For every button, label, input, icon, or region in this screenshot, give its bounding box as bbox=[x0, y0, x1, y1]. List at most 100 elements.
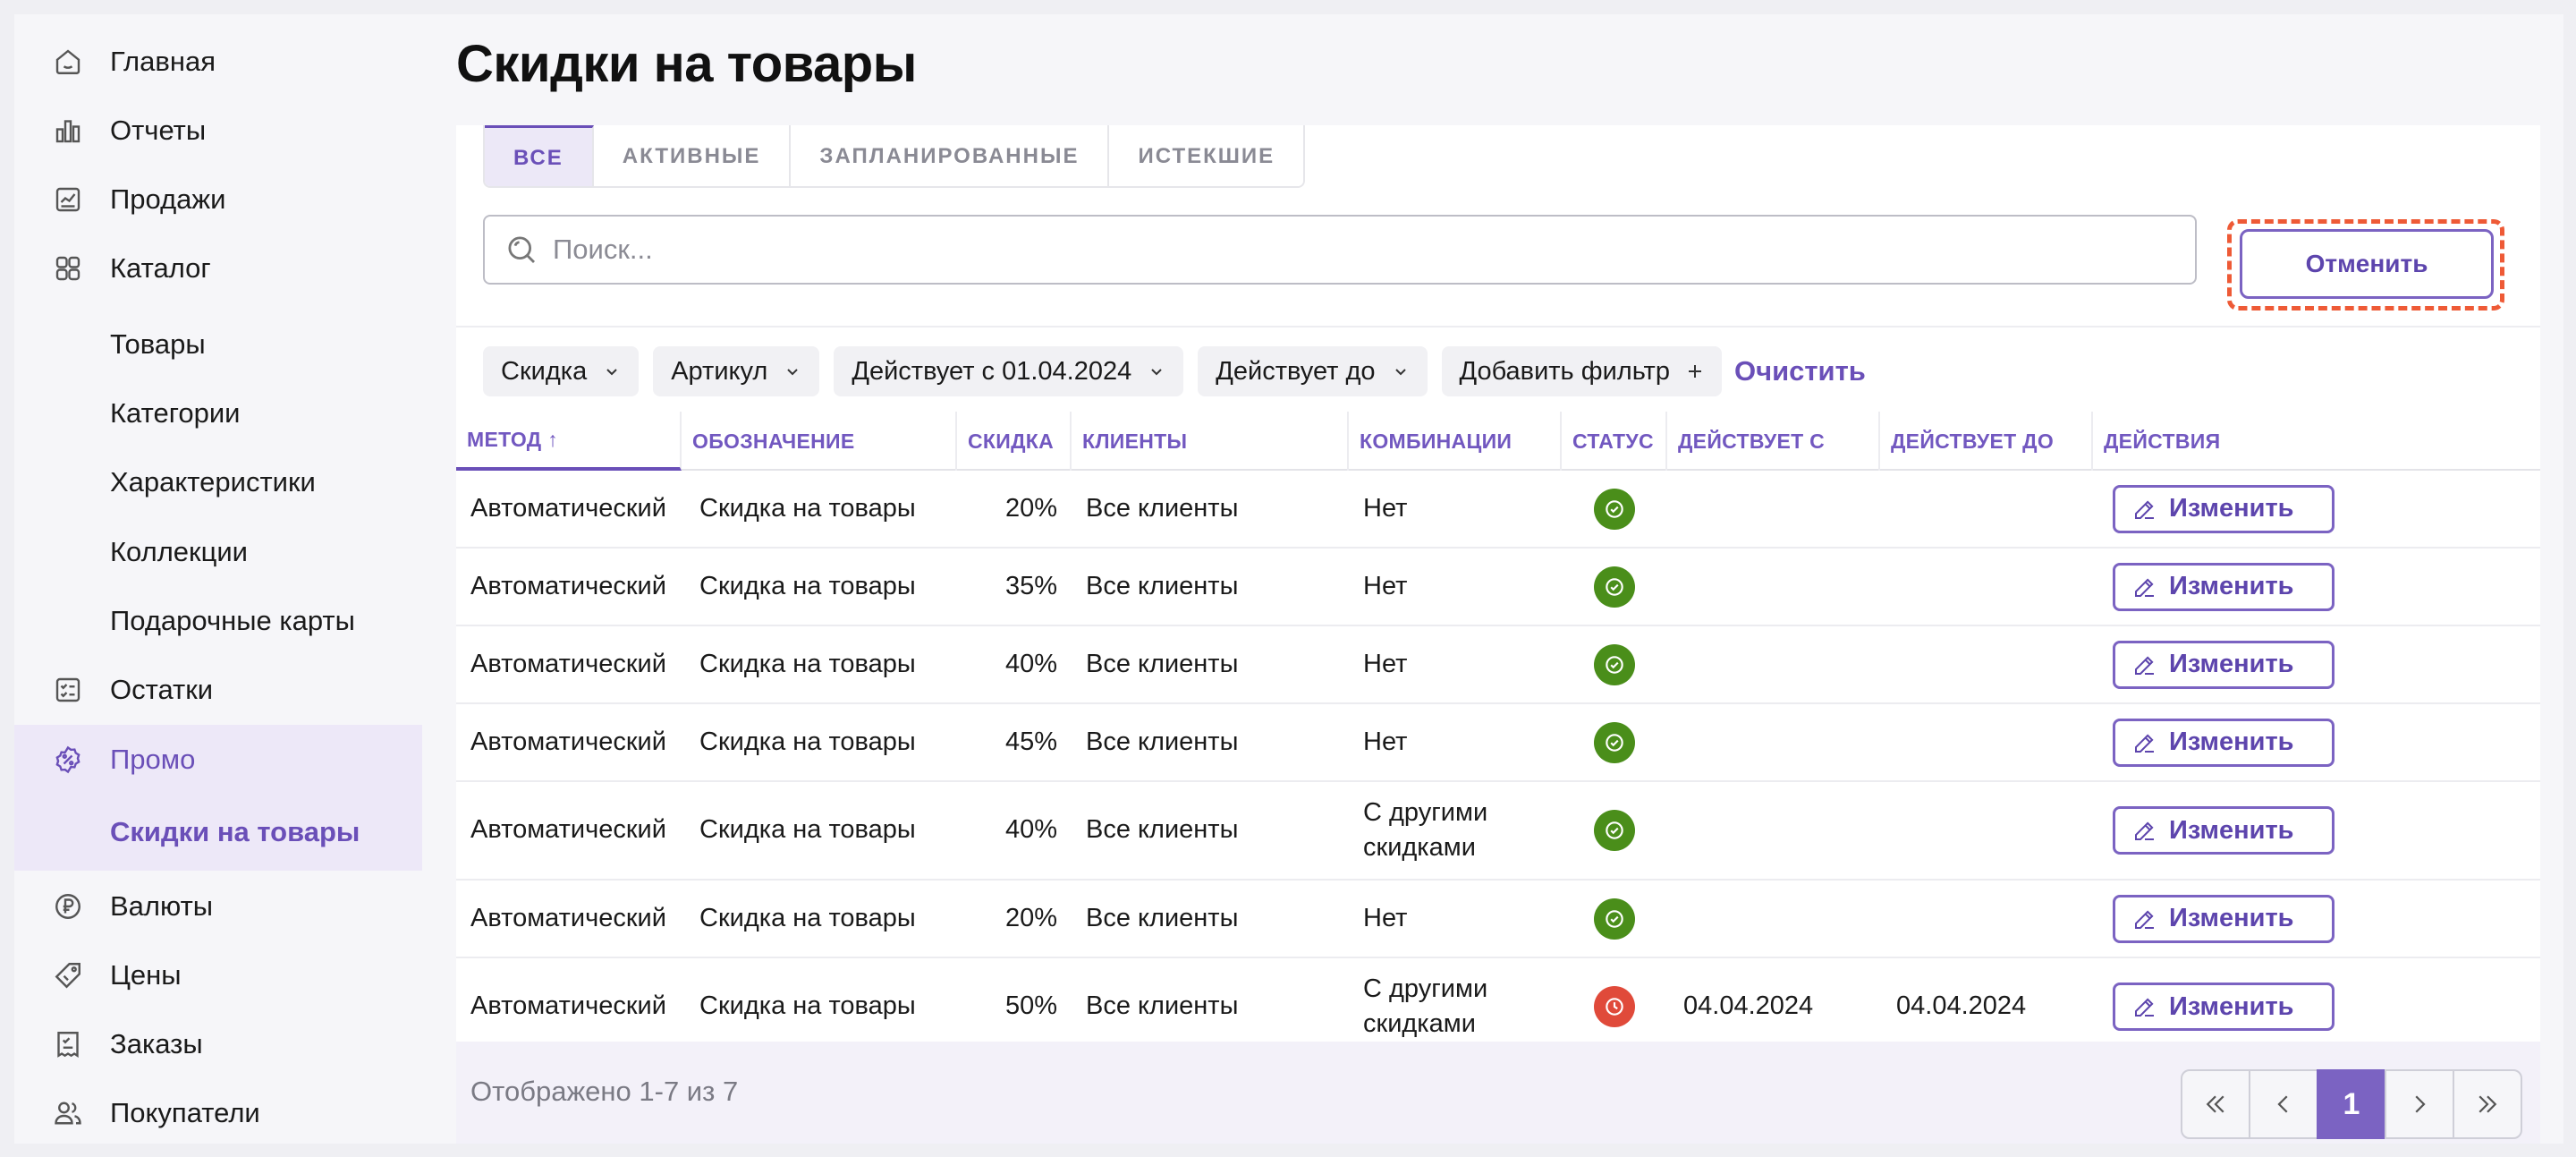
cancel-button[interactable]: Отменить bbox=[2240, 229, 2494, 299]
catalog-icon bbox=[50, 251, 86, 286]
first-page-button[interactable] bbox=[2181, 1069, 2250, 1139]
cell-actions: Изменить bbox=[2113, 881, 2334, 957]
app-window: Главная Отчеты Продажи Каталог Товары Ка… bbox=[14, 14, 2563, 1144]
filter-valid-to[interactable]: Действует до bbox=[1198, 346, 1428, 396]
filter-label: Артикул bbox=[671, 356, 768, 386]
pagination-summary: Отображено 1-7 из 7 bbox=[470, 1076, 739, 1107]
sidebar-item-label: Продажи bbox=[110, 183, 226, 215]
sidebar-item-prices[interactable]: Цены bbox=[14, 940, 422, 1009]
tab-expired[interactable]: ИСТЕКШИЕ bbox=[1109, 125, 1304, 186]
combinations-text: Нет bbox=[1363, 903, 1408, 932]
sidebar-item-label: Категории bbox=[110, 396, 241, 429]
last-page-button[interactable] bbox=[2453, 1069, 2522, 1139]
cell-method: Автоматический bbox=[470, 815, 666, 845]
cell-combinations: С другими скидками bbox=[1363, 958, 1487, 1055]
page-number-button[interactable]: 1 bbox=[2317, 1069, 2386, 1139]
sidebar: Главная Отчеты Продажи Каталог Товары Ка… bbox=[14, 14, 422, 1144]
edit-button[interactable]: Изменить bbox=[2113, 640, 2334, 689]
cell-actions: Изменить bbox=[2113, 704, 2334, 780]
check-circle-icon bbox=[1594, 566, 1635, 608]
next-page-button[interactable] bbox=[2385, 1069, 2454, 1139]
edit-button[interactable]: Изменить bbox=[2113, 983, 2334, 1031]
tab-scheduled[interactable]: ЗАПЛАНИРОВАННЫЕ bbox=[791, 125, 1110, 186]
cell-actions: Изменить bbox=[2113, 626, 2334, 702]
add-filter-button[interactable]: Добавить фильтр bbox=[1441, 346, 1722, 396]
sidebar-item-attributes[interactable]: Характеристики bbox=[14, 447, 422, 516]
pencil-icon bbox=[2131, 651, 2158, 678]
sidebar-item-gift-cards[interactable]: Подарочные карты bbox=[14, 586, 422, 655]
cell-discount: 35% bbox=[1004, 571, 1057, 600]
prev-page-button[interactable] bbox=[2249, 1069, 2318, 1139]
column-header-status[interactable]: СТАТУС bbox=[1562, 412, 1667, 471]
check-circle-icon bbox=[1594, 643, 1635, 685]
sidebar-item-product-discounts[interactable]: Скидки на товары bbox=[14, 794, 422, 871]
sidebar-item-home[interactable]: Главная bbox=[14, 27, 422, 96]
filter-discount[interactable]: Скидка bbox=[483, 346, 640, 396]
cell-discount: 20% bbox=[1004, 903, 1057, 932]
column-header-discount[interactable]: СКИДКА bbox=[957, 412, 1072, 471]
cell-discount: 45% bbox=[1004, 727, 1057, 756]
cell-method: Автоматический bbox=[470, 991, 666, 1021]
cell-status bbox=[1562, 704, 1667, 780]
chevron-left-icon bbox=[2277, 1095, 2288, 1113]
edit-button[interactable]: Изменить bbox=[2113, 562, 2334, 611]
sidebar-item-catalog[interactable]: Каталог bbox=[14, 234, 422, 302]
column-header-clients[interactable]: КЛИЕНТЫ bbox=[1072, 412, 1349, 471]
sidebar-item-collections[interactable]: Коллекции bbox=[14, 517, 422, 586]
table-row: Автоматический Скидка на товары 35% Все … bbox=[456, 549, 2540, 626]
currency-icon bbox=[50, 889, 86, 924]
sidebar-item-label: Каталог bbox=[110, 251, 211, 284]
double-chevron-left-icon bbox=[2206, 1095, 2224, 1113]
column-header-name[interactable]: ОБОЗНАЧЕНИЕ bbox=[682, 412, 957, 471]
filter-sku[interactable]: Артикул bbox=[653, 346, 820, 396]
table-row: Автоматический Скидка на товары 45% Все … bbox=[456, 704, 2540, 782]
edit-button[interactable]: Изменить bbox=[2113, 484, 2334, 533]
filter-valid-from[interactable]: Действует с 01.04.2024 bbox=[834, 346, 1184, 396]
column-header-method[interactable]: МЕТОД ↑ bbox=[456, 412, 682, 471]
table-header: МЕТОД ↑ ОБОЗНАЧЕНИЕ СКИДКА КЛИЕНТЫ КОМБИ… bbox=[456, 412, 2540, 471]
column-header-combinations[interactable]: КОМБИНАЦИИ bbox=[1349, 412, 1562, 471]
edit-button[interactable]: Изменить bbox=[2113, 718, 2334, 767]
sidebar-item-sales[interactable]: Продажи bbox=[14, 165, 422, 234]
clock-icon bbox=[1594, 986, 1635, 1027]
tab-all[interactable]: ВСЕ bbox=[485, 125, 594, 186]
sidebar-item-orders[interactable]: Заказы bbox=[14, 1009, 422, 1078]
cell-combinations: С другими скидками bbox=[1363, 782, 1487, 879]
sidebar-item-label: Характеристики bbox=[110, 465, 316, 498]
cell-valid-to: 04.04.2024 bbox=[1896, 991, 2027, 1021]
cell-actions: Изменить bbox=[2113, 549, 2334, 625]
filter-label: Действует с 01.04.2024 bbox=[852, 356, 1132, 386]
chevron-down-icon bbox=[1151, 369, 1162, 376]
sidebar-item-customers[interactable]: Покупатели bbox=[14, 1078, 422, 1144]
sidebar-item-stock[interactable]: Остатки bbox=[14, 655, 422, 724]
table-row: Автоматический Скидка на товары 40% Все … bbox=[456, 782, 2540, 881]
cell-clients: Все клиенты bbox=[1086, 815, 1239, 845]
cell-combinations: Нет bbox=[1363, 881, 1407, 957]
cell-discount: 50% bbox=[1004, 991, 1057, 1021]
sidebar-item-reports[interactable]: Отчеты bbox=[14, 96, 422, 165]
edit-button[interactable]: Изменить bbox=[2113, 894, 2334, 943]
sidebar-item-promo[interactable]: Промо bbox=[14, 725, 422, 794]
table-footer: Отображено 1-7 из 7 1 bbox=[456, 1042, 2540, 1144]
chevron-down-icon bbox=[1394, 369, 1406, 376]
edit-button[interactable]: Изменить bbox=[2113, 806, 2334, 855]
cell-method: Автоматический bbox=[470, 727, 666, 756]
column-header-valid-to[interactable]: ДЕЙСТВУЕТ ДО bbox=[1880, 412, 2093, 471]
customers-icon bbox=[50, 1095, 86, 1131]
column-header-valid-from[interactable]: ДЕЙСТВУЕТ С bbox=[1667, 412, 1880, 471]
clear-filters-link[interactable]: Очистить bbox=[1734, 355, 1866, 387]
sidebar-item-categories[interactable]: Категории bbox=[14, 379, 422, 447]
sidebar-item-products[interactable]: Товары bbox=[14, 310, 422, 379]
home-icon bbox=[50, 44, 86, 80]
sidebar-item-currencies[interactable]: Валюты bbox=[14, 872, 422, 940]
cell-method: Автоматический bbox=[470, 571, 666, 600]
pencil-icon bbox=[2131, 729, 2158, 756]
search-input[interactable] bbox=[553, 234, 2163, 266]
check-circle-icon bbox=[1594, 721, 1635, 763]
pencil-icon bbox=[2131, 574, 2158, 600]
filter-label: Скидка bbox=[501, 356, 588, 386]
orders-icon bbox=[50, 1026, 86, 1062]
tab-active[interactable]: АКТИВНЫЕ bbox=[593, 125, 792, 186]
cell-method: Автоматический bbox=[470, 649, 666, 678]
cell-discount: 20% bbox=[1004, 493, 1057, 523]
